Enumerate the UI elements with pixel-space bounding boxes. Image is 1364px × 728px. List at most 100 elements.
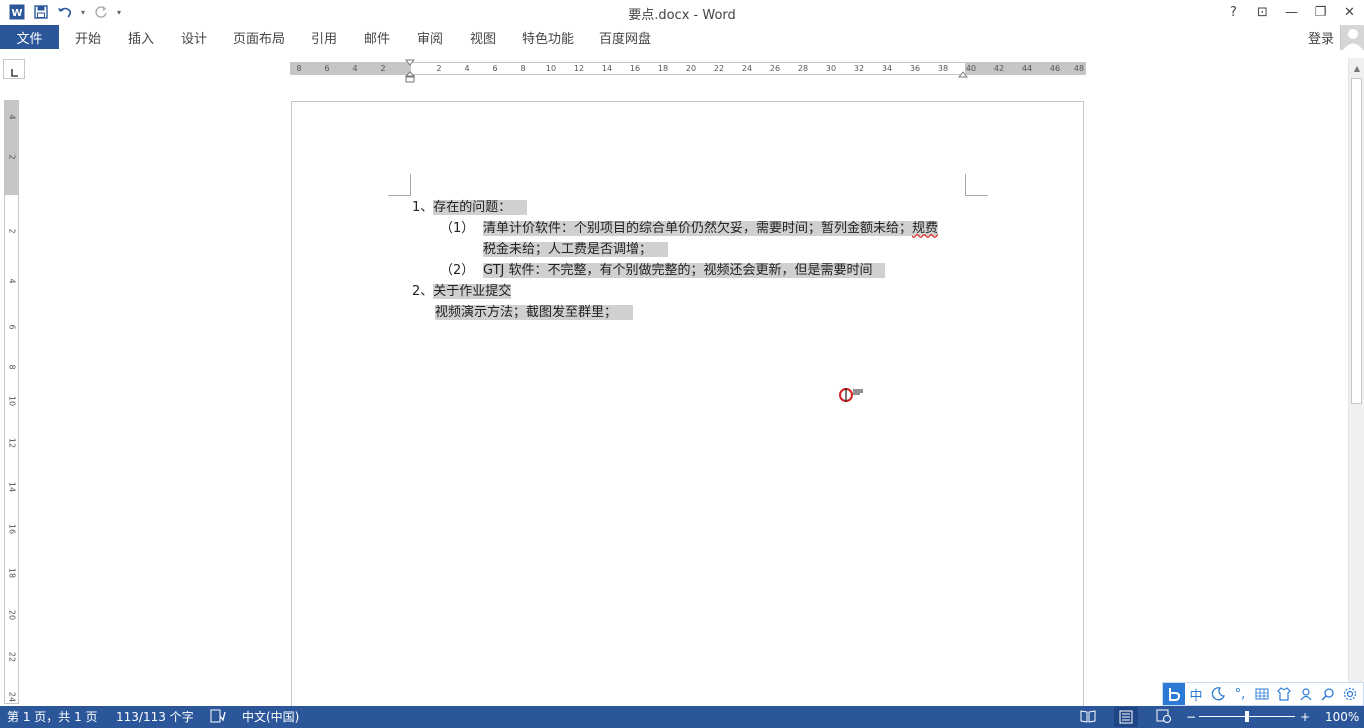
document-page[interactable]: 1、存在的问题： （1） 清单计价软件：个别项目的综合单价仍然欠妥，需要时间；暂列… (291, 101, 1084, 721)
ruler-tick-label: 16 (629, 64, 641, 73)
tab-baidu-netdisk[interactable]: 百度网盘 (594, 25, 656, 49)
scrollbar-thumb[interactable] (1351, 78, 1362, 404)
minimize-button[interactable]: — (1277, 0, 1306, 24)
moon-icon[interactable] (1207, 683, 1229, 705)
close-button[interactable]: ✕ (1335, 0, 1364, 24)
gear-icon[interactable] (1339, 683, 1361, 705)
list-item[interactable]: 视频演示方法；截图发至群里； (435, 303, 634, 324)
vertical-ruler[interactable]: 4 2 2 4 6 8 10 12 14 16 18 20 22 24 (4, 100, 19, 704)
list-item-text: 存在的问题： (433, 200, 528, 215)
ruler-tick-label: 6 (7, 324, 17, 330)
ruler-tick-label: 16 (7, 523, 17, 535)
keyboard-icon[interactable] (1251, 683, 1273, 705)
skin-shirt-icon[interactable] (1273, 683, 1295, 705)
zoom-out-button[interactable]: − (1186, 709, 1196, 725)
ruler-tick-label: 4 (352, 64, 358, 73)
redo-icon[interactable] (90, 2, 112, 22)
ruler-tick-label: 14 (7, 481, 17, 493)
spelling-flag: 规费 (912, 221, 939, 236)
ruler-tick-label: 36 (909, 64, 921, 73)
scroll-up-icon[interactable]: ▲ (1349, 60, 1364, 76)
ime-punctuation-toggle[interactable]: °, (1229, 683, 1251, 705)
read-mode-icon[interactable] (1080, 709, 1096, 725)
list-item[interactable]: （1） 清单计价软件：个别项目的综合单价仍然欠妥，需要时间；暂列金额未给；规费 (440, 219, 939, 240)
ruler-tick-label: 28 (797, 64, 809, 73)
click-and-type-cursor-icon (839, 388, 863, 402)
tab-insert[interactable]: 插入 (119, 25, 163, 49)
zoom-in-button[interactable]: + (1300, 709, 1310, 725)
indent-marker-icon[interactable] (405, 59, 415, 83)
ruler-tick-label: 46 (1049, 64, 1061, 73)
tab-review[interactable]: 审阅 (408, 25, 452, 49)
ruler-tick-label: 38 (937, 64, 949, 73)
ruler-tick-label: 48 (1073, 64, 1085, 73)
ruler-tick-label: 14 (601, 64, 613, 73)
ruler-tick-label: 6 (492, 64, 498, 73)
ruler-tick-label: 34 (881, 64, 893, 73)
svg-text:W: W (11, 8, 22, 19)
window-controls: ? ⊡ — ❐ ✕ (1219, 0, 1364, 24)
tab-home[interactable]: 开始 (66, 25, 110, 49)
user-icon[interactable] (1295, 683, 1317, 705)
proofing-icon[interactable] (210, 709, 226, 725)
word-app-icon[interactable]: W (6, 2, 28, 22)
ruler-tick-label: 8 (296, 64, 302, 73)
list-item-text: 视频演示方法；截图发至群里； (435, 305, 634, 320)
ruler-tick-label: 4 (464, 64, 470, 73)
customize-qat-icon[interactable]: ▾ (114, 2, 124, 22)
word-count[interactable]: 113/113 个字 (116, 709, 194, 725)
list-item-text: 关于作业提交 (433, 284, 512, 299)
ruler-tick-label: 18 (657, 64, 669, 73)
zoom-level[interactable]: 100% (1325, 709, 1359, 725)
tab-special-features[interactable]: 特色功能 (517, 25, 579, 49)
ruler-tick-label: 4 (7, 114, 17, 120)
list-item[interactable]: （2） GTJ 软件：不完整，有个别做完整的；视频还会更新，但是需要时间 (440, 261, 885, 282)
ruler-tick-label: 26 (769, 64, 781, 73)
vertical-scrollbar[interactable]: ▲ ▼ (1348, 58, 1364, 706)
title-bar: W ▾ ▾ 要点.docx - Word ? ⊡ — ❐ ✕ (0, 0, 1364, 24)
ruler-tick-label: 44 (1021, 64, 1033, 73)
save-icon[interactable] (30, 2, 52, 22)
undo-icon[interactable] (54, 2, 76, 22)
tab-references[interactable]: 引用 (302, 25, 346, 49)
page-count[interactable]: 第 1 页，共 1 页 (7, 709, 98, 725)
ruler-tick-label: 32 (853, 64, 865, 73)
tab-mailings[interactable]: 邮件 (355, 25, 399, 49)
baidu-ime-logo-icon[interactable] (1163, 683, 1185, 705)
ruler-tick-label: 10 (7, 395, 17, 407)
search-icon[interactable] (1317, 683, 1339, 705)
ruler-tick-label: 12 (7, 437, 17, 449)
print-layout-icon[interactable] (1114, 707, 1138, 727)
ruler-tick-label: 2 (7, 154, 17, 160)
tab-view[interactable]: 视图 (461, 25, 505, 49)
language-indicator[interactable]: 中文(中国) (242, 709, 299, 725)
tab-file[interactable]: 文件 (0, 25, 59, 49)
ruler-tick-label: 10 (545, 64, 557, 73)
list-item-text: GTJ 软件：不完整，有个别做完整的；视频还会更新，但是需要时间 (483, 263, 885, 278)
tab-page-layout[interactable]: 页面布局 (228, 25, 290, 49)
list-number: （2） (440, 263, 475, 278)
ruler-tick-label: 8 (520, 64, 526, 73)
ruler-tick-label: 30 (825, 64, 837, 73)
crop-mark (388, 174, 411, 196)
restore-button[interactable]: ❐ (1306, 0, 1335, 24)
avatar[interactable] (1340, 25, 1364, 50)
list-item[interactable]: 1、存在的问题： (412, 198, 528, 219)
list-item[interactable]: 税金未给；人工费是否调增； (483, 240, 669, 261)
login-link[interactable]: 登录 (1308, 28, 1334, 47)
status-bar: 第 1 页，共 1 页 113/113 个字 中文(中国) − + 100% (0, 706, 1364, 728)
ime-language-toggle[interactable]: 中 (1185, 683, 1207, 705)
window-title: 要点.docx - Word (628, 8, 736, 23)
undo-dropdown-icon[interactable]: ▾ (78, 2, 88, 22)
web-layout-icon[interactable] (1156, 709, 1172, 725)
tab-stop-selector[interactable] (3, 59, 25, 79)
zoom-slider-thumb[interactable] (1245, 711, 1249, 722)
ime-toolbar: 中 °, (1162, 682, 1364, 706)
crop-mark (965, 174, 988, 196)
help-button[interactable]: ? (1219, 0, 1248, 24)
tab-design[interactable]: 设计 (172, 25, 216, 49)
ruler-left-margin (291, 63, 411, 74)
right-indent-marker-icon[interactable] (958, 69, 968, 78)
ribbon-display-options-icon[interactable]: ⊡ (1248, 0, 1277, 24)
list-item[interactable]: 2、关于作业提交 (412, 282, 512, 303)
